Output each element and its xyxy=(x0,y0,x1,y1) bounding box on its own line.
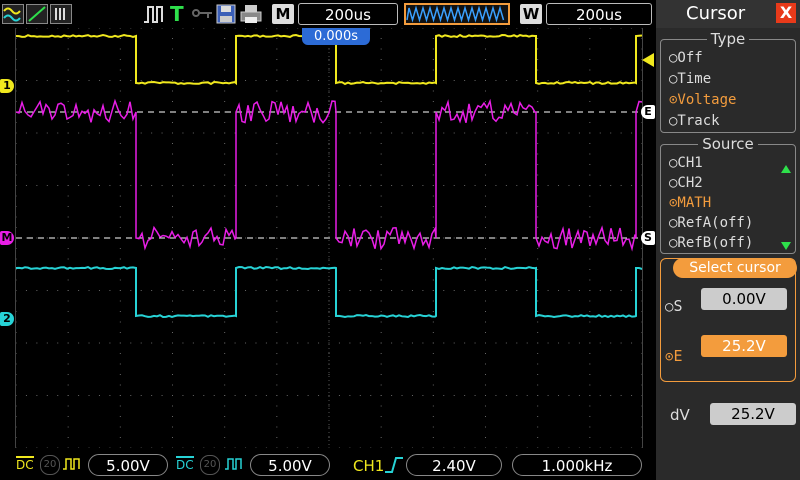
trigger-source[interactable]: CH1 xyxy=(353,457,384,475)
select-cursor-group: Select cursor ○S 0.00V ⊙E 25.2V xyxy=(660,258,796,382)
trigger-level[interactable]: 2.40V xyxy=(406,454,502,476)
math-marker-label: M xyxy=(2,231,13,244)
type-group: Type ○Off ○Time ⊙Voltage ○Track xyxy=(660,39,796,133)
panel-header: Cursor X xyxy=(656,0,800,28)
bottom-status-bar: DC 20 5.00V DC 20 5.00V CH1 2.40V 1.000k… xyxy=(0,450,656,480)
ch2-pulse-icon xyxy=(224,457,244,471)
s-label: S xyxy=(673,297,682,315)
waveform-display-icon[interactable] xyxy=(2,4,24,26)
waveform-display[interactable]: 0.000s xyxy=(15,28,643,448)
ch2-scale[interactable]: 5.00V xyxy=(250,454,330,476)
main-timebase-value[interactable]: 200us xyxy=(298,3,398,25)
ch2-marker[interactable]: 2 xyxy=(0,312,14,326)
scroll-up-icon[interactable] xyxy=(781,165,791,173)
cursor-s-marker[interactable]: S xyxy=(641,231,655,245)
ch1-coupling[interactable]: DC xyxy=(16,456,34,472)
source-group-title: Source xyxy=(661,135,795,153)
ch1-marker[interactable]: 1 xyxy=(0,79,14,93)
trigger-edge-icon[interactable] xyxy=(142,4,166,26)
dv-value: 25.2V xyxy=(710,403,796,425)
print-icon[interactable] xyxy=(240,4,262,26)
window-timebase-label: W xyxy=(520,4,542,24)
ch1-marker-label: 1 xyxy=(3,79,11,92)
trigger-offset-value: 0.000s xyxy=(314,29,358,44)
waveform-svg xyxy=(16,28,642,448)
ch1-pulse-icon xyxy=(62,457,82,471)
type-option-off[interactable]: ○Off xyxy=(669,50,703,66)
trigger-level-marker[interactable] xyxy=(641,53,655,67)
memory-position-bar[interactable] xyxy=(404,3,510,25)
source-group: Source ○CH1 ○CH2 ⊙MATH ○RefA(off) ○RefB(off) xyxy=(660,144,796,254)
source-option-ch1[interactable]: ○CH1 xyxy=(669,155,703,171)
persistence-icon[interactable] xyxy=(50,4,72,26)
source-option-math[interactable]: ⊙MATH xyxy=(669,195,711,211)
source-option-refboff[interactable]: ○RefB(off) xyxy=(669,235,753,251)
ch2-marker-label: 2 xyxy=(3,312,11,325)
ch2-coupling[interactable]: DC xyxy=(176,456,194,472)
dv-label: dV xyxy=(670,406,690,424)
scroll-down-icon[interactable] xyxy=(781,242,791,250)
frequency-readout: 1.000kHz xyxy=(512,454,642,476)
main-timebase-label: M xyxy=(272,4,294,24)
type-group-title: Type xyxy=(661,30,795,48)
close-button[interactable]: X xyxy=(776,3,796,23)
e-value[interactable]: 25.2V xyxy=(701,335,787,357)
save-icon[interactable] xyxy=(216,4,236,26)
cursor-e-marker-label: E xyxy=(644,105,652,118)
cursor-menu-panel: Cursor X Type ○Off ○Time ⊙Voltage ○Track So… xyxy=(656,0,800,480)
trigger-mode-indicator: T xyxy=(170,2,184,26)
source-option-refaoff[interactable]: ○RefA(off) xyxy=(669,215,753,231)
select-cursor-title: Select cursor xyxy=(673,258,797,278)
e-label: E xyxy=(673,347,682,365)
top-toolbar: T M 200us W 200us xyxy=(0,0,656,28)
ch1-scale[interactable]: 5.00V xyxy=(88,454,168,476)
s-value[interactable]: 0.00V xyxy=(701,288,787,310)
memory-waveform-icon xyxy=(406,5,508,23)
cursor-e-marker[interactable]: E xyxy=(641,105,655,119)
ch1-bandwidth-limit[interactable]: 20 xyxy=(40,455,60,475)
e-radio[interactable]: ⊙E xyxy=(665,347,682,365)
cursor-s-marker-label: S xyxy=(644,231,652,244)
window-timebase-value[interactable]: 200us xyxy=(546,3,652,25)
math-marker[interactable]: M xyxy=(0,231,14,245)
trigger-offset-label[interactable]: 0.000s xyxy=(302,28,370,45)
type-option-time[interactable]: ○Time xyxy=(669,71,711,87)
type-option-voltage[interactable]: ⊙Voltage xyxy=(669,92,736,108)
rising-edge-icon xyxy=(384,456,404,474)
s-radio[interactable]: ○S xyxy=(665,297,682,315)
panel-title: Cursor xyxy=(686,0,745,28)
ch2-bandwidth-limit[interactable]: 20 xyxy=(200,455,220,475)
source-option-ch2[interactable]: ○CH2 xyxy=(669,175,703,191)
type-option-track[interactable]: ○Track xyxy=(669,113,720,129)
vector-mode-icon[interactable] xyxy=(26,4,48,26)
key-icon xyxy=(192,6,214,28)
